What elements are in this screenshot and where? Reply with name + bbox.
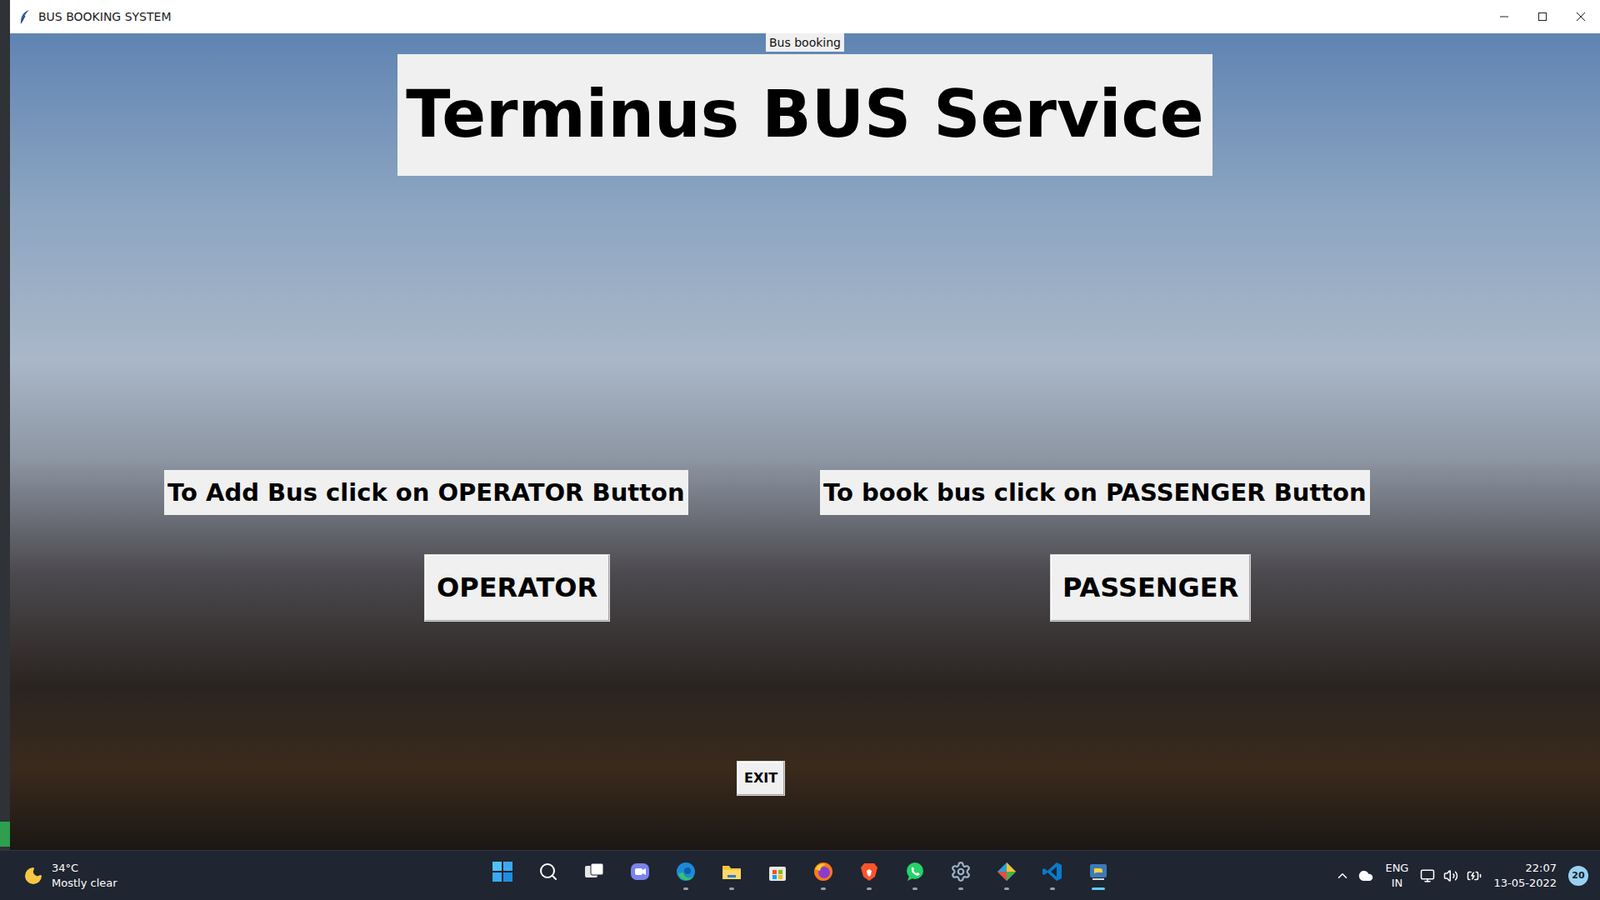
footer: EXIT (10, 760, 1600, 796)
vscode-icon (1041, 860, 1064, 883)
minimize-button[interactable] (1485, 0, 1524, 34)
running-indicator (500, 887, 505, 890)
taskbar-app[interactable] (983, 852, 1030, 900)
running-indicator (729, 887, 735, 890)
running-indicator (545, 886, 551, 890)
notification-badge[interactable]: 20 (1568, 865, 1589, 886)
panel-row: To Add Bus click on OPERATOR Button OPERA… (10, 470, 1600, 622)
running-indicator (683, 887, 689, 890)
running-indicator (591, 887, 597, 890)
running-indicator (775, 887, 780, 890)
taskbar-app[interactable] (891, 852, 938, 900)
taskbar: 34°CMostly clear ENGIN 22:0713-05-2022 20 (0, 850, 1600, 900)
weather-condition: Mostly clear (51, 875, 118, 891)
background-window-accent (0, 821, 10, 847)
running-indicator (1004, 887, 1010, 890)
taskbar-app[interactable] (845, 852, 892, 900)
role-button[interactable]: OPERATOR (424, 554, 610, 622)
screen: BUS BOOKING SYSTEM Bus booking Terminus BU… (0, 0, 1600, 900)
running-indicator (820, 887, 826, 890)
network-icon (1420, 868, 1435, 884)
running-indicator (866, 887, 872, 890)
file-explorer-icon (720, 860, 743, 883)
running-indicator (1091, 887, 1105, 890)
close-icon (1575, 11, 1586, 22)
taskbar-app[interactable] (754, 852, 800, 900)
search-icon (538, 861, 559, 882)
language-indicator[interactable]: ENGIN (1385, 860, 1409, 891)
feather-icon (18, 9, 32, 25)
window-controls (1485, 0, 1600, 34)
taskbar-app[interactable] (1029, 852, 1075, 900)
running-indicator (912, 887, 918, 890)
cloud-icon[interactable] (1358, 868, 1374, 884)
role-panel: To Add Bus click on OPERATOR Button OPERA… (164, 470, 820, 622)
running-indicator (958, 887, 964, 890)
settings-icon (950, 860, 972, 883)
taskbar-app[interactable] (708, 852, 755, 900)
brave-icon (858, 860, 880, 883)
time: 22:07 (1525, 860, 1557, 876)
title-bar: BUS BOOKING SYSTEM (10, 0, 1600, 34)
weather-text: 34°CMostly clear (51, 860, 118, 891)
firefox-icon (812, 860, 835, 883)
hint-label: To book bus click on PASSENGER Button (820, 470, 1370, 515)
clock[interactable]: 22:0713-05-2022 (1493, 860, 1557, 891)
taskbar-apps (479, 852, 1121, 900)
background-window-edge (0, 0, 10, 850)
running-indicator (637, 887, 643, 890)
volume-icon (1443, 868, 1459, 884)
minimize-icon (1499, 11, 1510, 22)
taskbar-app[interactable] (800, 852, 846, 900)
taskbar-app[interactable] (662, 852, 709, 900)
whatsapp-icon (904, 860, 926, 883)
store-icon (766, 860, 789, 883)
python-icon (1087, 860, 1110, 883)
quick-settings[interactable] (1420, 868, 1482, 884)
taskbar-app[interactable] (479, 852, 525, 900)
battery-icon (1466, 868, 1482, 884)
role-panel: To book bus click on PASSENGER Button PAS… (820, 470, 1600, 622)
role-button[interactable]: PASSENGER (1050, 554, 1251, 622)
taskbar-app[interactable] (616, 852, 663, 900)
chat-icon (629, 860, 651, 883)
hint-label: To Add Bus click on OPERATOR Button (164, 470, 689, 515)
chevron-up-icon[interactable] (1335, 868, 1350, 884)
caption-label: Bus booking (765, 33, 845, 52)
taskbar-app[interactable] (1075, 852, 1121, 900)
language: ENG (1385, 860, 1409, 876)
system-tray: ENGIN 22:0713-05-2022 20 (1120, 860, 1600, 891)
moon-icon (23, 865, 44, 886)
weather-widget[interactable]: 34°CMostly clear (0, 860, 480, 891)
maximize-icon (1537, 11, 1548, 22)
edge-icon (675, 860, 697, 883)
content: Bus booking Terminus BUS Service To Add Bu… (10, 33, 1600, 850)
maximize-button[interactable] (1523, 0, 1562, 34)
temperature: 34°C (51, 860, 118, 876)
date: 13-05-2022 (1493, 875, 1557, 891)
service-title: Terminus BUS Service (397, 54, 1212, 176)
running-indicator (1050, 887, 1055, 890)
taskbar-app[interactable] (525, 852, 571, 900)
git-client-icon (995, 860, 1018, 883)
app-window: BUS BOOKING SYSTEM Bus booking Terminus BU… (10, 0, 1600, 850)
task-view-icon (583, 860, 605, 883)
start-icon (491, 860, 514, 883)
window-title: BUS BOOKING SYSTEM (38, 10, 1485, 24)
taskbar-app[interactable] (570, 852, 617, 900)
region: IN (1391, 875, 1404, 891)
desktop: BUS BOOKING SYSTEM Bus booking Terminus BU… (0, 0, 1600, 850)
exit-button[interactable]: EXIT (736, 760, 785, 796)
close-button[interactable] (1561, 0, 1600, 34)
tray-icons (1335, 868, 1374, 884)
taskbar-app[interactable] (937, 852, 984, 900)
